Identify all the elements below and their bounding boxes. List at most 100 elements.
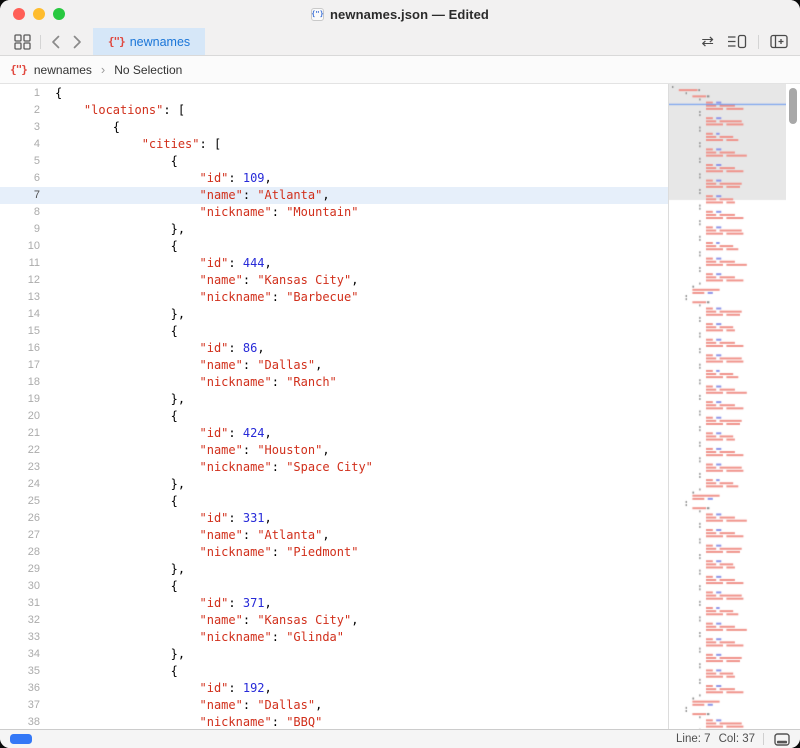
cursor-col-indicator: Col: 37 <box>719 733 755 745</box>
tab-overview-icon[interactable] <box>12 34 33 50</box>
code-line[interactable]: 18 "nickname": "Ranch" <box>0 374 668 391</box>
line-number: 37 <box>0 697 40 714</box>
line-number: 5 <box>0 153 40 170</box>
jump-bar: {"} newnames › No Selection <box>0 56 800 84</box>
traffic-lights <box>13 0 65 28</box>
code-line[interactable]: 14 }, <box>0 306 668 323</box>
line-number: 27 <box>0 527 40 544</box>
line-number: 21 <box>0 425 40 442</box>
code-line[interactable]: 34 }, <box>0 646 668 663</box>
line-number: 8 <box>0 204 40 221</box>
code-line[interactable]: 22 "name": "Houston", <box>0 442 668 459</box>
line-number: 24 <box>0 476 40 493</box>
breadcrumb-file[interactable]: newnames <box>34 63 92 77</box>
cursor-line-indicator: Line: 7 <box>676 733 711 745</box>
line-number: 10 <box>0 238 40 255</box>
line-number: 1 <box>0 85 40 102</box>
code-line[interactable]: 29 }, <box>0 561 668 578</box>
code-line[interactable]: 3 { <box>0 119 668 136</box>
code-line[interactable]: 1{ <box>0 85 668 102</box>
line-number: 4 <box>0 136 40 153</box>
zoom-window-button[interactable] <box>53 8 65 20</box>
code-line[interactable]: 5 { <box>0 153 668 170</box>
line-number: 7 <box>0 187 40 204</box>
line-number: 23 <box>0 459 40 476</box>
code-line[interactable]: 21 "id": 424, <box>0 425 668 442</box>
line-number: 13 <box>0 289 40 306</box>
line-number: 20 <box>0 408 40 425</box>
line-number: 35 <box>0 663 40 680</box>
code-line[interactable]: 32 "name": "Kansas City", <box>0 612 668 629</box>
code-line[interactable]: 19 }, <box>0 391 668 408</box>
code-line[interactable]: 30 { <box>0 578 668 595</box>
code-line[interactable]: 8 "nickname": "Mountain" <box>0 204 668 221</box>
vertical-scrollbar[interactable] <box>786 84 800 729</box>
code-line[interactable]: 23 "nickname": "Space City" <box>0 459 668 476</box>
horizontal-scroll-indicator[interactable] <box>10 734 32 744</box>
code-line[interactable]: 10 { <box>0 238 668 255</box>
code-line[interactable]: 15 { <box>0 323 668 340</box>
tab-newnames[interactable]: {"} newnames <box>93 28 205 55</box>
tab-label: newnames <box>130 35 190 49</box>
line-number: 26 <box>0 510 40 527</box>
line-number: 18 <box>0 374 40 391</box>
close-window-button[interactable] <box>13 8 25 20</box>
add-editor-icon[interactable] <box>768 34 790 49</box>
code-line[interactable]: 17 "name": "Dallas", <box>0 357 668 374</box>
navigate-forward-icon[interactable] <box>70 34 85 50</box>
code-line[interactable]: 25 { <box>0 493 668 510</box>
line-number: 11 <box>0 255 40 272</box>
json-file-icon: {"} <box>10 63 27 76</box>
code-line[interactable]: 37 "name": "Dallas", <box>0 697 668 714</box>
line-number: 6 <box>0 170 40 187</box>
code-line[interactable]: 9 }, <box>0 221 668 238</box>
minimap[interactable] <box>668 84 786 729</box>
code-line[interactable]: 35 { <box>0 663 668 680</box>
line-number: 30 <box>0 578 40 595</box>
code-line[interactable]: 16 "id": 86, <box>0 340 668 357</box>
toolbar-divider <box>758 35 759 49</box>
document-proxy-icon[interactable]: {"} <box>311 8 324 21</box>
navigate-back-icon[interactable] <box>48 34 63 50</box>
code-line[interactable]: 31 "id": 371, <box>0 595 668 612</box>
code-line[interactable]: 2 "locations": [ <box>0 102 668 119</box>
code-line[interactable]: 24 }, <box>0 476 668 493</box>
line-number: 19 <box>0 391 40 408</box>
statusbar-divider <box>763 733 764 745</box>
editor-area: 1{2 "locations": [3 {4 "cities": [5 {6 "… <box>0 84 800 729</box>
code-line[interactable]: 12 "name": "Kansas City", <box>0 272 668 289</box>
title-bar: {"} newnames.json — Edited <box>0 0 800 28</box>
line-number: 38 <box>0 714 40 729</box>
code-line[interactable]: 7 "name": "Atlanta", <box>0 187 668 204</box>
code-line[interactable]: 4 "cities": [ <box>0 136 668 153</box>
code-line[interactable]: 6 "id": 109, <box>0 170 668 187</box>
line-number: 29 <box>0 561 40 578</box>
line-number: 17 <box>0 357 40 374</box>
line-number: 12 <box>0 272 40 289</box>
code-line[interactable]: 27 "name": "Atlanta", <box>0 527 668 544</box>
code-line[interactable]: 13 "nickname": "Barbecue" <box>0 289 668 306</box>
hide-bottom-bar-icon[interactable] <box>772 733 792 746</box>
line-number: 28 <box>0 544 40 561</box>
code-line[interactable]: 33 "nickname": "Glinda" <box>0 629 668 646</box>
code-lines[interactable]: 1{2 "locations": [3 {4 "cities": [5 {6 "… <box>0 84 668 729</box>
code-line[interactable]: 20 { <box>0 408 668 425</box>
minimize-window-button[interactable] <box>33 8 45 20</box>
code-line[interactable]: 28 "nickname": "Piedmont" <box>0 544 668 561</box>
line-number: 25 <box>0 493 40 510</box>
code-line[interactable]: 26 "id": 331, <box>0 510 668 527</box>
code-line[interactable]: 11 "id": 444, <box>0 255 668 272</box>
line-number: 16 <box>0 340 40 357</box>
editor-options-icon[interactable] <box>725 34 749 49</box>
scrollbar-thumb[interactable] <box>789 88 797 124</box>
line-number: 36 <box>0 680 40 697</box>
line-number: 32 <box>0 612 40 629</box>
breadcrumb-selection[interactable]: No Selection <box>114 63 182 77</box>
status-bar: Line: 7 Col: 37 <box>0 729 800 748</box>
code-line[interactable]: 36 "id": 192, <box>0 680 668 697</box>
line-number: 14 <box>0 306 40 323</box>
line-number: 2 <box>0 102 40 119</box>
code-line[interactable]: 38 "nickname": "BBQ" <box>0 714 668 729</box>
code-review-icon[interactable]: ⇄ <box>699 34 716 49</box>
line-number: 34 <box>0 646 40 663</box>
